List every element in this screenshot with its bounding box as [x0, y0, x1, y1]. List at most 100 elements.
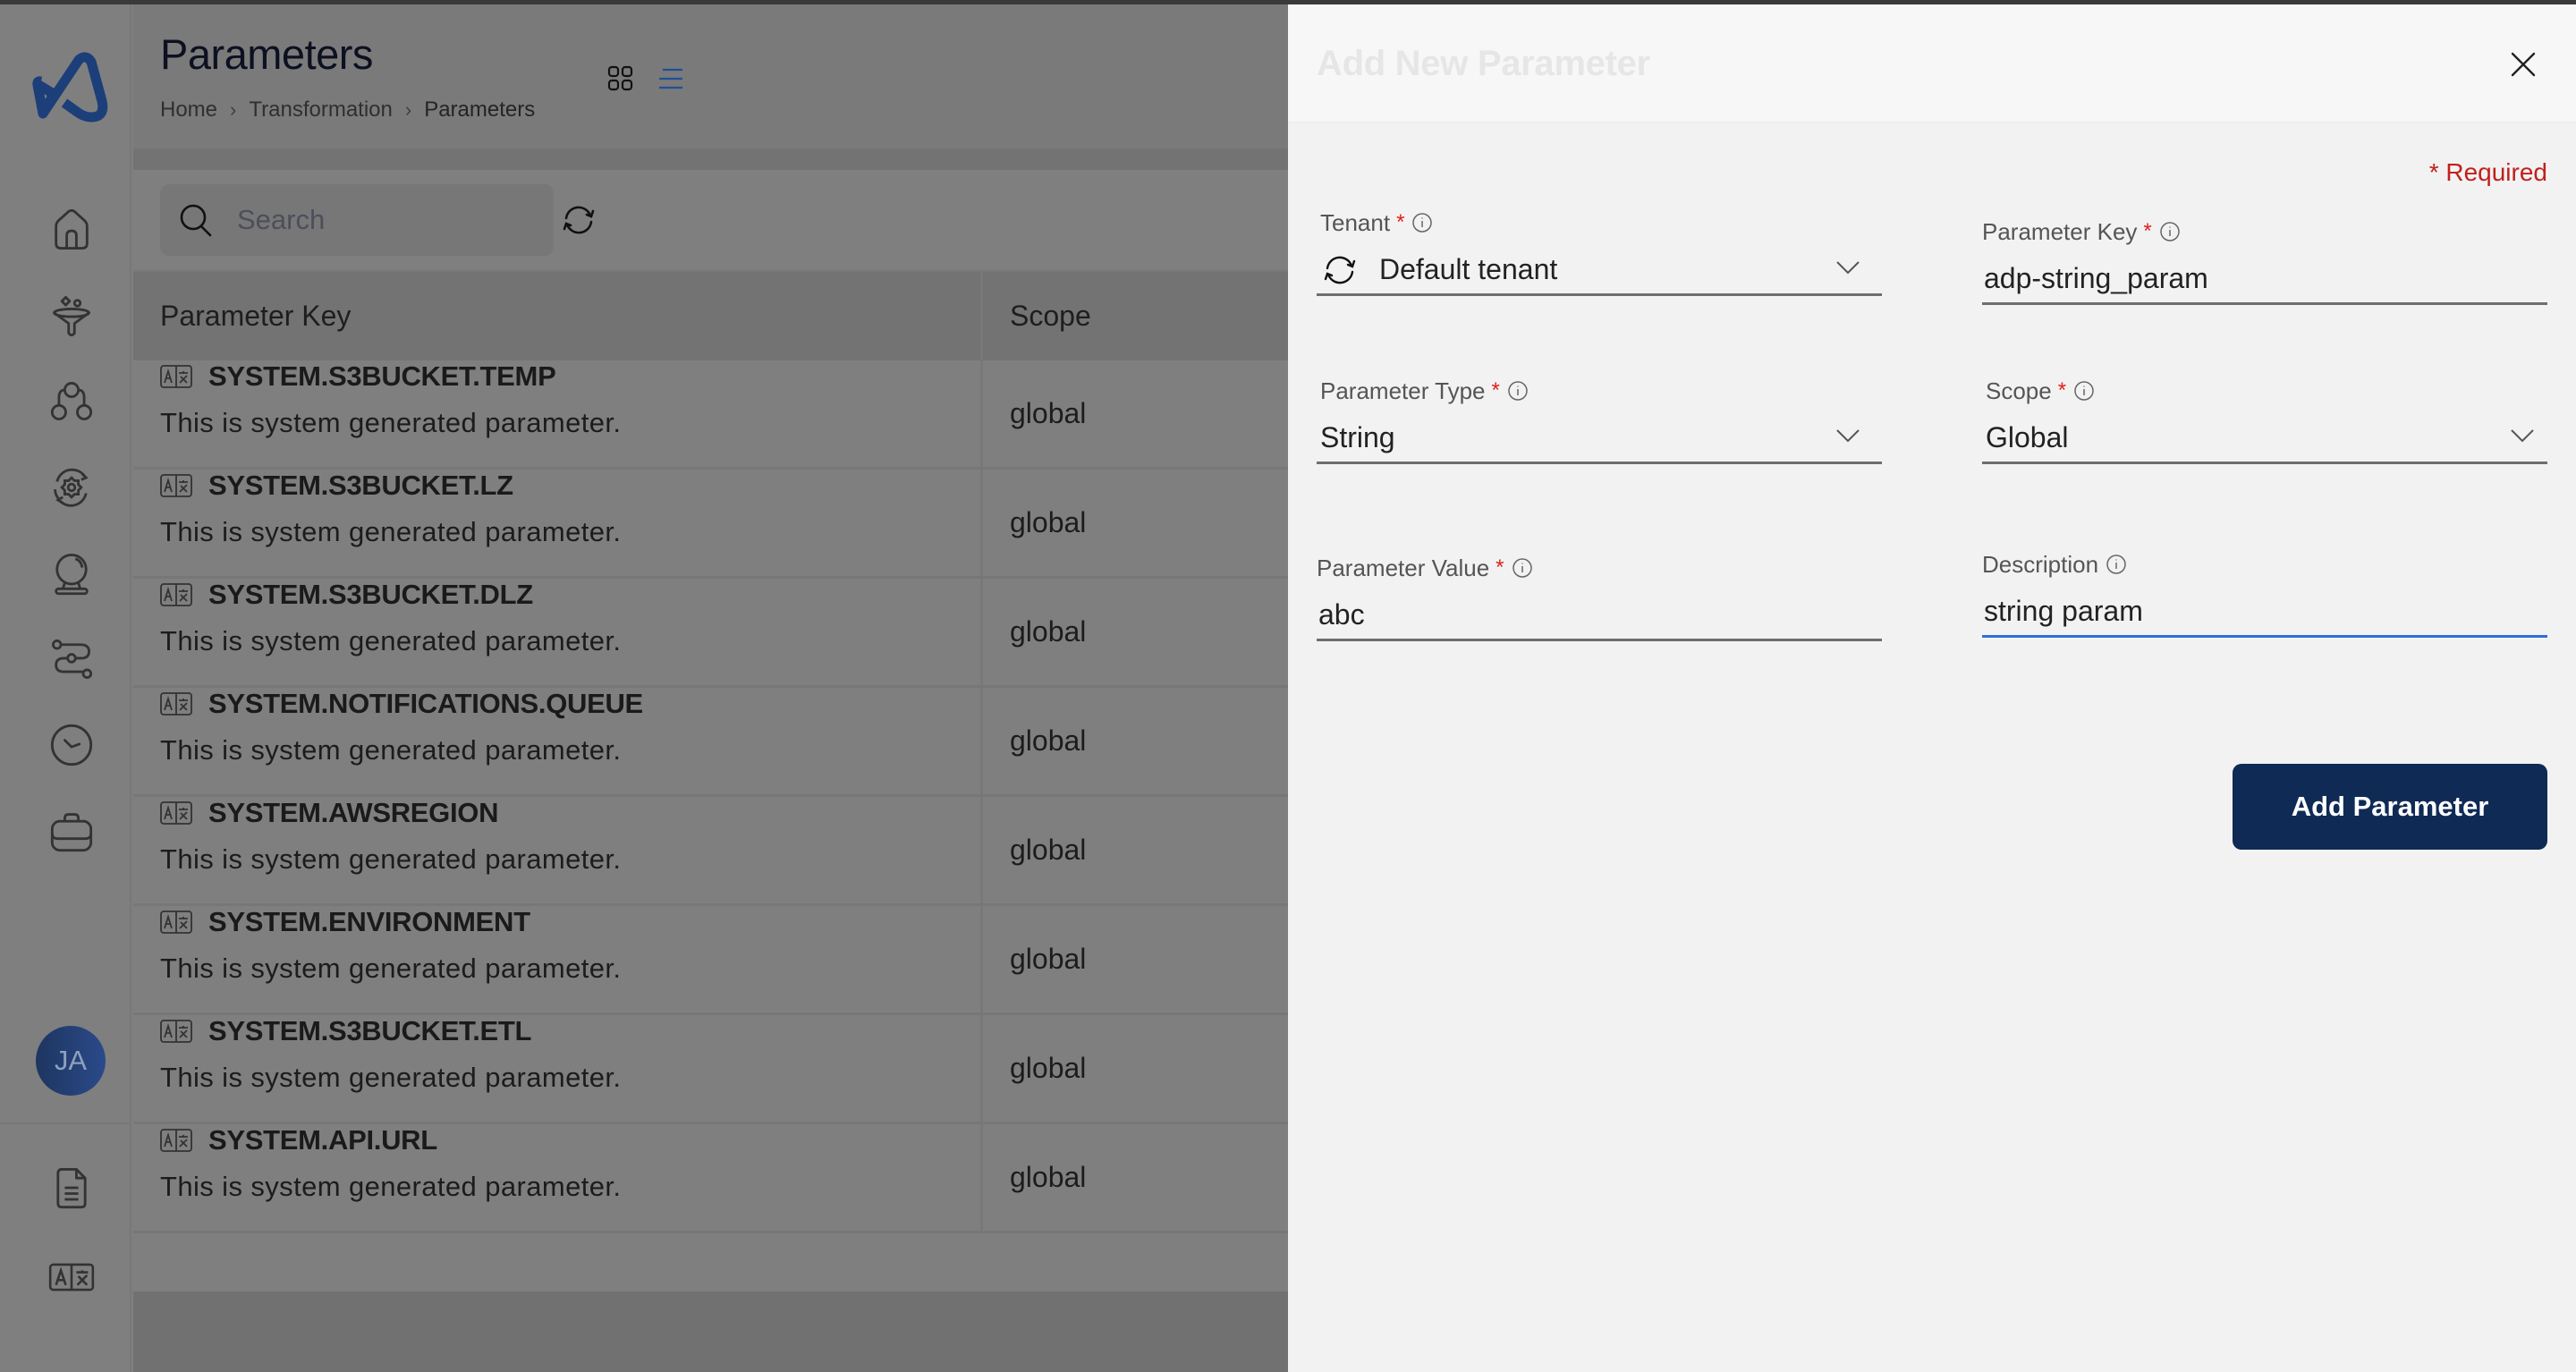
table-toolbar [133, 170, 1288, 273]
parameter-description: This is system generated parameter. [160, 734, 622, 766]
chevron-down-icon[interactable] [1835, 427, 1860, 445]
parameter-key-cell: SYSTEM.NOTIFICATIONS.QUEUE This is syste… [133, 688, 983, 794]
parameter-key-line: SYSTEM.AWSREGION [160, 797, 980, 829]
chevron-down-icon[interactable] [2510, 427, 2535, 445]
search-input[interactable] [237, 204, 541, 236]
grid-view-icon[interactable] [607, 65, 634, 92]
parameter-description: This is system generated parameter. [160, 625, 622, 656]
tenant-label: Tenant * [1317, 208, 1882, 237]
user-avatar[interactable]: JA [36, 1026, 106, 1096]
parameter-key: SYSTEM.AWSREGION [208, 797, 499, 828]
description-label: Description [1982, 550, 2547, 579]
info-icon[interactable] [2106, 554, 2127, 575]
required-asterisk: * [1496, 555, 1504, 580]
parameter-key-field: Parameter Key * [1982, 217, 2547, 305]
table-row[interactable]: SYSTEM.S3BUCKET.ETL This is system gener… [133, 1015, 1288, 1124]
add-parameter-button[interactable]: Add Parameter [2233, 764, 2547, 850]
scope-select[interactable]: Global [1982, 414, 2547, 464]
sidebar-item-jobs[interactable] [47, 806, 97, 856]
breadcrumb-home[interactable]: Home [160, 97, 217, 123]
home-icon [55, 208, 89, 250]
string-type-icon [160, 1020, 192, 1043]
chevron-down-icon[interactable] [1835, 258, 1860, 276]
required-asterisk: * [2057, 378, 2067, 402]
sidebar-item-scheduler[interactable] [47, 720, 97, 770]
parameter-key-cell: SYSTEM.AWSREGION This is system generate… [133, 797, 983, 903]
tenant-field: Tenant * Default tenant [1317, 208, 1882, 296]
sidebar-item-ingestion[interactable] [47, 291, 97, 341]
parameter-key-line: SYSTEM.S3BUCKET.ETL [160, 1015, 980, 1047]
parameter-key-label-text: Parameter Key [1982, 217, 2138, 245]
parameter-key-line: SYSTEM.S3BUCKET.TEMP [160, 360, 980, 393]
parameter-scope: global [1010, 615, 1087, 648]
chevron-right-icon: › [404, 98, 412, 121]
parameter-scope: global [1010, 1161, 1087, 1193]
sidebar-item-home[interactable] [47, 205, 97, 255]
column-header-scope[interactable]: Scope [983, 272, 1288, 360]
description-label-text: Description [1982, 550, 2099, 578]
parameter-description: This is system generated parameter. [160, 1062, 622, 1093]
refresh-icon[interactable] [561, 202, 597, 238]
string-type-icon [160, 474, 192, 497]
tenant-value: Default tenant [1379, 253, 1558, 285]
breadcrumb-transformation[interactable]: Transformation [249, 97, 393, 123]
parameter-key-cell: SYSTEM.ENVIRONMENT This is system genera… [133, 906, 983, 1012]
info-icon[interactable] [1512, 557, 1533, 579]
list-view-icon[interactable] [657, 67, 684, 90]
table-row[interactable]: SYSTEM.S3BUCKET.DLZ This is system gener… [133, 579, 1288, 688]
app-background: JA Parameters Home › Transformation › Pa… [0, 4, 1288, 1372]
parameter-key-input[interactable] [1982, 262, 2547, 295]
table-row[interactable]: SYSTEM.ENVIRONMENT This is system genera… [133, 906, 1288, 1015]
required-asterisk: * [2143, 219, 2152, 243]
search-box[interactable] [160, 184, 554, 256]
parameter-key: SYSTEM.NOTIFICATIONS.QUEUE [208, 688, 643, 719]
briefcase-icon [50, 813, 93, 852]
sidebar-item-hierarchy[interactable] [47, 377, 97, 427]
parameter-key-cell: SYSTEM.S3BUCKET.ETL This is system gener… [133, 1015, 983, 1122]
sidebar-item-workflow[interactable] [47, 634, 97, 684]
sidebar-item-processing[interactable] [47, 462, 97, 512]
crystal-ball-icon [55, 554, 89, 596]
parameter-type-select[interactable]: String [1317, 414, 1882, 464]
table-row[interactable]: SYSTEM.S3BUCKET.LZ This is system genera… [133, 470, 1288, 579]
string-type-icon [160, 692, 192, 716]
parameter-value-label-text: Parameter Value [1317, 554, 1490, 581]
sidebar: JA [0, 4, 131, 1372]
info-icon[interactable] [2159, 221, 2181, 242]
user-initials: JA [54, 1045, 88, 1076]
parameter-scope: global [1010, 724, 1087, 757]
column-header-parameter-key[interactable]: Parameter Key [133, 272, 983, 360]
parameter-key-control [1982, 255, 2547, 305]
info-icon[interactable] [1411, 212, 1433, 233]
info-icon[interactable] [2073, 380, 2095, 402]
parameter-value-input[interactable] [1317, 598, 1882, 631]
sidebar-item-documents[interactable] [47, 1163, 97, 1213]
description-input[interactable] [1982, 595, 2547, 628]
table-row[interactable]: SYSTEM.API.URL This is system generated … [133, 1124, 1288, 1233]
table-row[interactable]: SYSTEM.AWSREGION This is system generate… [133, 797, 1288, 906]
main-content: Parameters Home › Transformation › Param… [133, 4, 1288, 1372]
string-type-icon [160, 801, 192, 825]
clock-icon [50, 724, 93, 766]
tenant-select[interactable]: Default tenant [1317, 246, 1882, 296]
brand-logo-icon[interactable] [23, 49, 109, 126]
translate-icon [48, 1263, 95, 1292]
required-asterisk: * [1396, 210, 1405, 234]
description-field: Description [1982, 550, 2547, 638]
scope-label-text: Scope [1986, 377, 2052, 404]
close-icon[interactable] [2508, 49, 2538, 80]
table-row[interactable]: SYSTEM.S3BUCKET.TEMP This is system gene… [133, 360, 1288, 470]
parameter-scope: global [1010, 834, 1087, 866]
parameter-key: SYSTEM.API.URL [208, 1124, 437, 1156]
info-icon[interactable] [1507, 380, 1529, 402]
sidebar-item-insights[interactable] [47, 548, 97, 598]
table-row[interactable]: SYSTEM.NOTIFICATIONS.QUEUE This is syste… [133, 688, 1288, 797]
table-body: SYSTEM.S3BUCKET.TEMP This is system gene… [133, 360, 1288, 1233]
parameter-key: SYSTEM.ENVIRONMENT [208, 906, 530, 937]
breadcrumb-parameters: Parameters [424, 97, 536, 122]
sidebar-item-parameters[interactable] [47, 1252, 97, 1302]
chevron-right-icon: › [230, 98, 237, 121]
parameter-key-cell: SYSTEM.S3BUCKET.TEMP This is system gene… [133, 360, 983, 467]
parameter-description: This is system generated parameter. [160, 407, 622, 438]
sidebar-divider [0, 1122, 131, 1124]
